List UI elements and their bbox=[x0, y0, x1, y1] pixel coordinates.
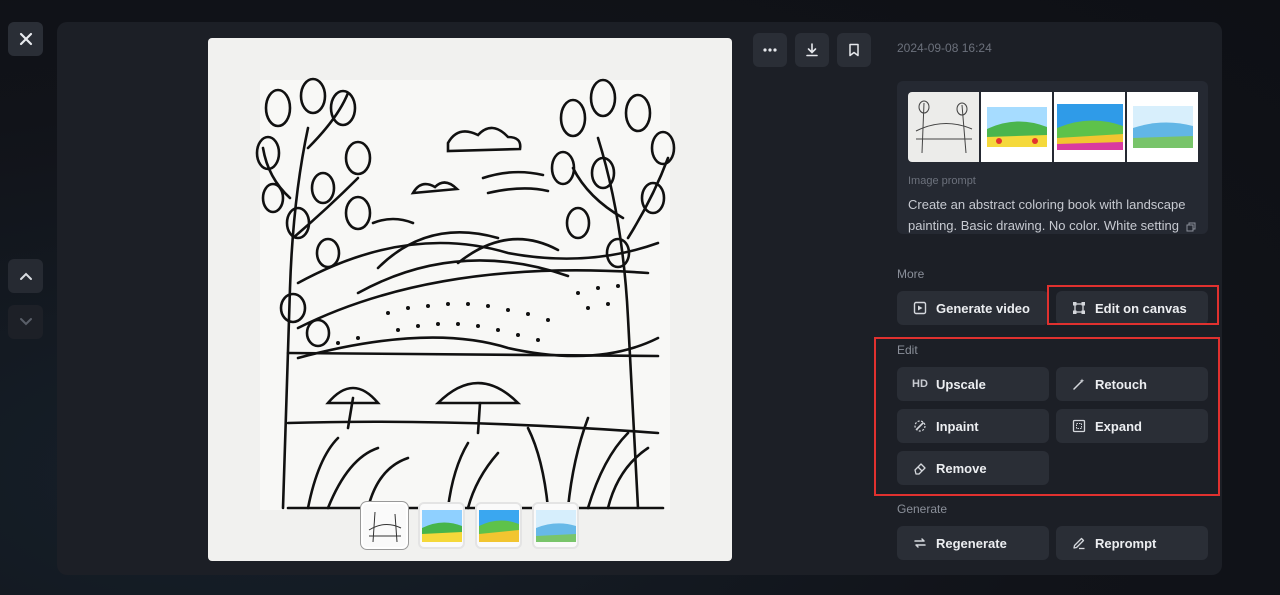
chevron-down-icon bbox=[19, 318, 32, 326]
variation-thumbnail[interactable] bbox=[361, 502, 408, 549]
created-timestamp: 2024-09-08 16:24 bbox=[897, 41, 992, 55]
prompt-text: Create an abstract coloring book with la… bbox=[908, 194, 1200, 234]
inpaint-button[interactable]: Inpaint bbox=[897, 409, 1049, 443]
prompt-label: Image prompt bbox=[908, 175, 976, 187]
hd-icon: HD bbox=[912, 378, 928, 390]
eraser-icon bbox=[914, 463, 926, 475]
retouch-label: Retouch bbox=[1095, 376, 1147, 392]
expand-frame-icon bbox=[1072, 419, 1086, 433]
retouch-button[interactable]: Retouch bbox=[1056, 367, 1208, 401]
edit-on-canvas-label: Edit on canvas bbox=[1095, 300, 1187, 316]
expand-label: Expand bbox=[1095, 418, 1142, 434]
remove-label: Remove bbox=[936, 460, 987, 476]
section-label-generate: Generate bbox=[897, 502, 948, 516]
pencil-icon bbox=[1073, 537, 1085, 550]
inpaint-brush-icon bbox=[914, 420, 926, 432]
prompt-thumbnail[interactable] bbox=[1127, 92, 1198, 162]
regenerate-button[interactable]: Regenerate bbox=[897, 526, 1049, 560]
prompt-text-content: Create an abstract coloring book with la… bbox=[908, 197, 1186, 233]
prompt-image-thumbnails bbox=[908, 92, 1198, 162]
bookmark-icon bbox=[849, 43, 859, 57]
coloring-landscape-drawing bbox=[255, 77, 676, 510]
generated-image bbox=[208, 38, 732, 561]
reprompt-label: Reprompt bbox=[1095, 535, 1157, 551]
edit-on-canvas-button[interactable]: Edit on canvas bbox=[1056, 291, 1208, 325]
canvas-frame-icon bbox=[1073, 302, 1085, 314]
variation-thumbnail[interactable] bbox=[532, 502, 579, 549]
bookmark-button[interactable] bbox=[837, 33, 871, 67]
download-icon bbox=[806, 43, 818, 57]
more-options-button[interactable] bbox=[753, 33, 787, 67]
variation-thumbnail[interactable] bbox=[418, 502, 465, 549]
section-label-edit: Edit bbox=[897, 343, 918, 357]
generate-video-button[interactable]: Generate video bbox=[897, 291, 1049, 325]
inpaint-label: Inpaint bbox=[936, 418, 979, 434]
prompt-thumbnail[interactable] bbox=[1054, 92, 1125, 162]
section-label-more: More bbox=[897, 267, 925, 281]
generate-video-label: Generate video bbox=[936, 300, 1030, 316]
prompt-thumbnail[interactable] bbox=[908, 92, 979, 162]
close-icon bbox=[19, 32, 32, 46]
upscale-label: Upscale bbox=[936, 376, 986, 392]
next-image-button[interactable] bbox=[8, 305, 43, 339]
expand-button[interactable]: Expand bbox=[1056, 409, 1208, 443]
chevron-up-icon bbox=[19, 272, 32, 280]
previous-image-button[interactable] bbox=[8, 259, 43, 293]
download-button[interactable] bbox=[795, 33, 829, 67]
prompt-card: Image prompt Create an abstract coloring… bbox=[897, 81, 1208, 234]
more-dots-icon bbox=[763, 48, 777, 52]
upscale-button[interactable]: HD Upscale bbox=[897, 367, 1049, 401]
reprompt-button[interactable]: Reprompt bbox=[1056, 526, 1208, 560]
copy-icon[interactable] bbox=[1186, 222, 1196, 232]
remove-button[interactable]: Remove bbox=[897, 451, 1049, 485]
variation-thumbnail[interactable] bbox=[475, 502, 522, 549]
variation-thumbnails bbox=[361, 502, 579, 549]
close-button[interactable] bbox=[8, 22, 43, 56]
regenerate-icon bbox=[914, 538, 926, 548]
prompt-thumbnail[interactable] bbox=[981, 92, 1052, 162]
regenerate-label: Regenerate bbox=[936, 535, 1007, 551]
magic-wand-icon bbox=[1073, 378, 1085, 390]
video-plus-icon bbox=[913, 301, 927, 315]
